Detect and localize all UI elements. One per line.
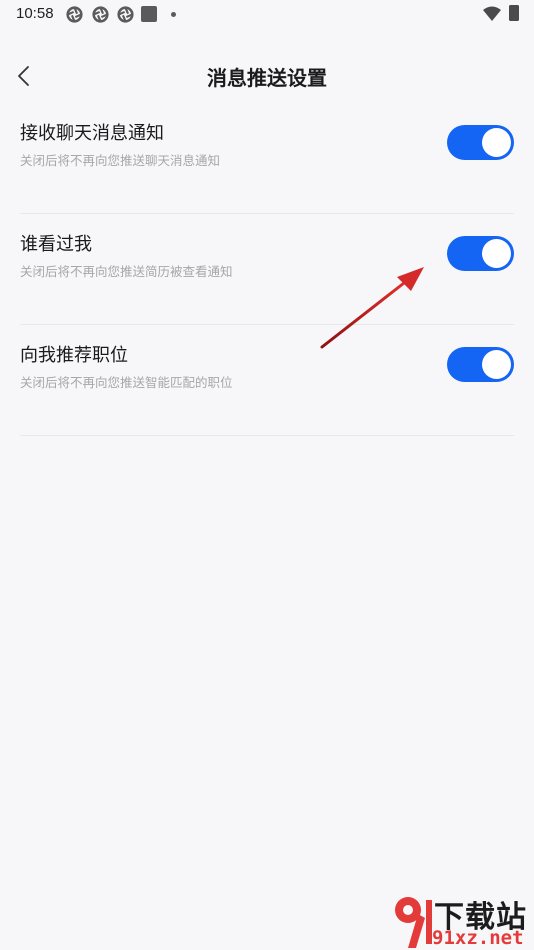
aperture-icon bbox=[92, 6, 109, 23]
recommend-jobs-toggle[interactable] bbox=[447, 347, 514, 382]
setting-who-viewed-me: 谁看过我 关闭后将不再向您推送简历被查看通知 bbox=[20, 214, 514, 325]
watermark: 下载站 91xz.net bbox=[392, 890, 534, 950]
setting-title: 接收聊天消息通知 bbox=[20, 123, 164, 144]
who-viewed-me-toggle[interactable] bbox=[447, 236, 514, 271]
watermark-url: 91xz.net bbox=[432, 927, 524, 949]
toggle-knob bbox=[482, 350, 511, 379]
setting-recommend-jobs: 向我推荐职位 关闭后将不再向您推送智能匹配的职位 bbox=[20, 325, 514, 436]
status-bar: 10:58 bbox=[0, 0, 534, 30]
setting-description: 关闭后将不再向您推送简历被查看通知 bbox=[20, 264, 233, 279]
watermark-logo bbox=[395, 897, 432, 948]
chat-notifications-toggle[interactable] bbox=[447, 125, 514, 160]
notification-square-icon bbox=[141, 6, 157, 22]
settings-list: 接收聊天消息通知 关闭后将不再向您推送聊天消息通知 谁看过我 关闭后将不再向您推… bbox=[20, 103, 514, 436]
aperture-icon bbox=[117, 6, 134, 23]
setting-description: 关闭后将不再向您推送聊天消息通知 bbox=[20, 153, 221, 168]
battery-icon bbox=[509, 5, 519, 21]
toggle-knob bbox=[482, 239, 511, 268]
setting-title: 向我推荐职位 bbox=[20, 345, 128, 366]
status-time: 10:58 bbox=[16, 5, 54, 22]
page-title: 消息推送设置 bbox=[207, 66, 327, 90]
wifi-icon bbox=[483, 6, 501, 21]
setting-description: 关闭后将不再向您推送智能匹配的职位 bbox=[20, 375, 233, 390]
notification-dot-icon bbox=[171, 12, 176, 17]
header: 消息推送设置 bbox=[0, 50, 534, 100]
aperture-icon bbox=[66, 6, 83, 23]
toggle-knob bbox=[482, 128, 511, 157]
setting-chat-notifications: 接收聊天消息通知 关闭后将不再向您推送聊天消息通知 bbox=[20, 103, 514, 214]
setting-title: 谁看过我 bbox=[20, 234, 92, 255]
